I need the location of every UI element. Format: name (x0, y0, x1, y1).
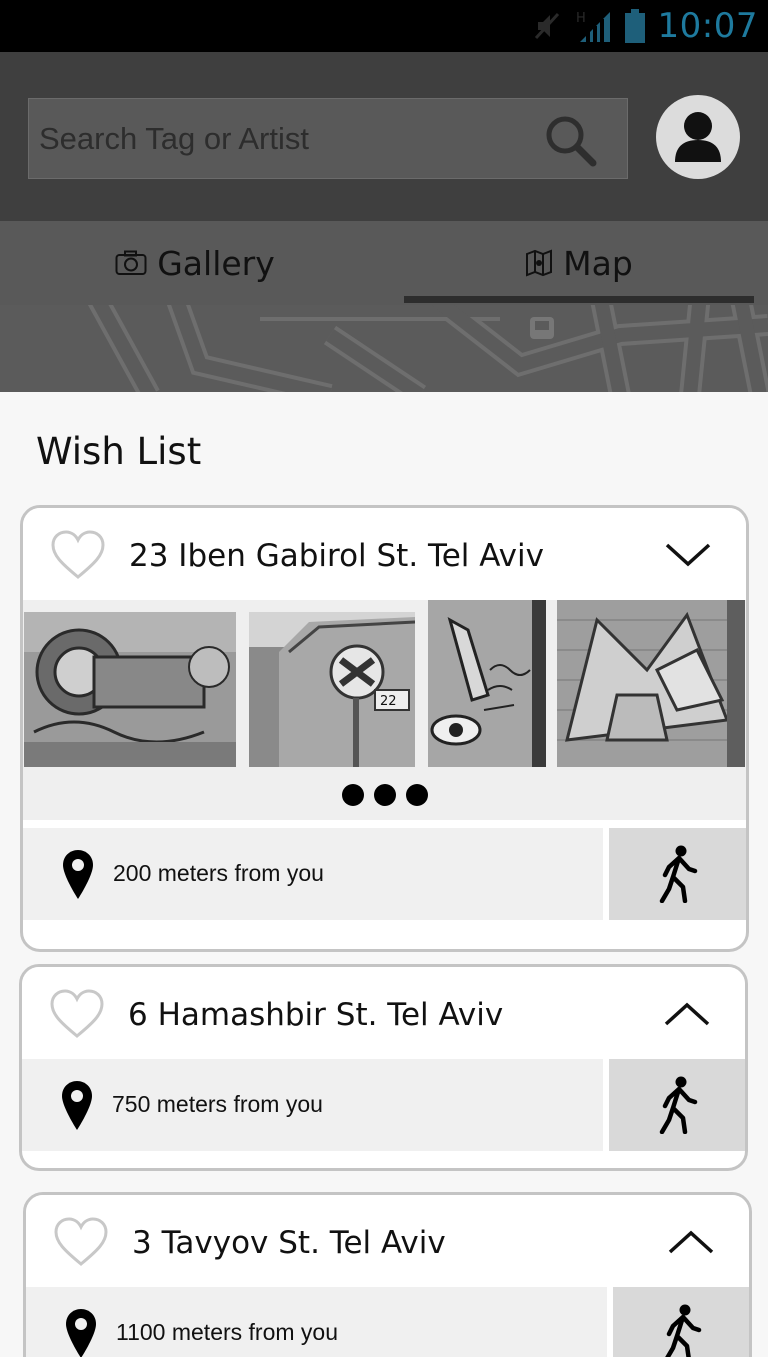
location-pin-icon (62, 1081, 92, 1130)
active-tab-indicator (404, 296, 754, 303)
distance-row: 200 meters from you (23, 828, 746, 920)
map-view[interactable] (0, 305, 768, 392)
photo-gallery: 22 (23, 600, 746, 820)
walk-directions-button[interactable] (609, 828, 746, 920)
wish-list-card[interactable]: 6 Hamashbir St. Tel Aviv 750 meters from… (19, 964, 748, 1171)
svg-text:22: 22 (380, 694, 397, 709)
wish-list-card[interactable]: 3 Tavyov St. Tel Aviv 1100 meters from y… (23, 1192, 752, 1357)
tab-gallery[interactable]: Gallery (20, 221, 370, 305)
distance-row: 750 meters from you (22, 1059, 745, 1151)
heart-icon[interactable] (50, 989, 104, 1039)
wish-list-card[interactable]: 23 Iben Gabirol St. Tel Aviv 22 200 mete… (20, 505, 749, 952)
pagination-dot[interactable] (373, 784, 396, 806)
signal-icon: H (576, 11, 610, 42)
distance-row: 1100 meters from you (26, 1287, 749, 1357)
mute-icon (534, 12, 559, 40)
user-icon (675, 112, 721, 162)
walk-directions-button[interactable] (609, 1059, 745, 1151)
graffiti-photo[interactable]: 22 (249, 612, 415, 767)
card-header[interactable]: 3 Tavyov St. Tel Aviv (26, 1195, 749, 1287)
card-header[interactable]: 23 Iben Gabirol St. Tel Aviv (23, 508, 746, 600)
pagination-dot[interactable] (405, 784, 428, 806)
tab-bar: Gallery Map (0, 221, 768, 305)
network-type: H (576, 11, 586, 26)
gallery-pagination[interactable] (23, 784, 746, 806)
distance-text: 750 meters from you (112, 1091, 323, 1117)
map-streets (87, 305, 768, 392)
search-input[interactable] (29, 99, 539, 178)
pagination-dot[interactable] (341, 784, 364, 806)
wish-list-title: Wish List (36, 430, 202, 473)
walking-person-icon (659, 845, 698, 903)
search-icon[interactable] (543, 113, 599, 169)
walking-person-icon (659, 1076, 697, 1134)
distance-text: 1100 meters from you (116, 1319, 339, 1345)
distance-info: 200 meters from you (23, 828, 603, 920)
distance-text: 200 meters from you (113, 860, 324, 886)
tab-gallery-label: Gallery (157, 243, 275, 283)
heart-icon[interactable] (54, 1217, 108, 1267)
heart-icon[interactable] (51, 530, 105, 580)
card-address: 3 Tavyov St. Tel Aviv (132, 1225, 446, 1261)
graffiti-photo[interactable] (24, 612, 236, 767)
status-bar: H 10:07 (0, 0, 768, 52)
search-box (28, 98, 628, 179)
chevron-up-icon[interactable] (663, 1001, 711, 1027)
walking-person-icon (664, 1304, 701, 1357)
tab-map-label: Map (563, 243, 633, 283)
distance-info: 750 meters from you (22, 1059, 603, 1151)
profile-avatar-button[interactable] (656, 95, 740, 179)
location-pin-icon (66, 1309, 96, 1357)
card-address: 23 Iben Gabirol St. Tel Aviv (129, 538, 544, 574)
distance-info: 1100 meters from you (26, 1287, 607, 1357)
card-address: 6 Hamashbir St. Tel Aviv (128, 997, 504, 1033)
chevron-down-icon[interactable] (664, 542, 712, 568)
map-icon (526, 249, 553, 277)
graffiti-photo[interactable] (557, 600, 745, 767)
battery-icon (624, 9, 645, 43)
tab-map[interactable]: Map (404, 221, 754, 305)
walk-directions-button[interactable] (613, 1287, 749, 1357)
chevron-up-icon[interactable] (667, 1229, 715, 1255)
wish-list-panel: Wish List 23 Iben Gabirol St. Tel Aviv 2… (0, 392, 768, 1357)
clock: 10:07 (657, 6, 758, 46)
card-header[interactable]: 6 Hamashbir St. Tel Aviv (22, 967, 745, 1059)
graffiti-photo[interactable] (428, 600, 546, 767)
camera-icon (115, 250, 147, 275)
location-pin-icon (63, 850, 93, 899)
app-header (0, 52, 768, 221)
